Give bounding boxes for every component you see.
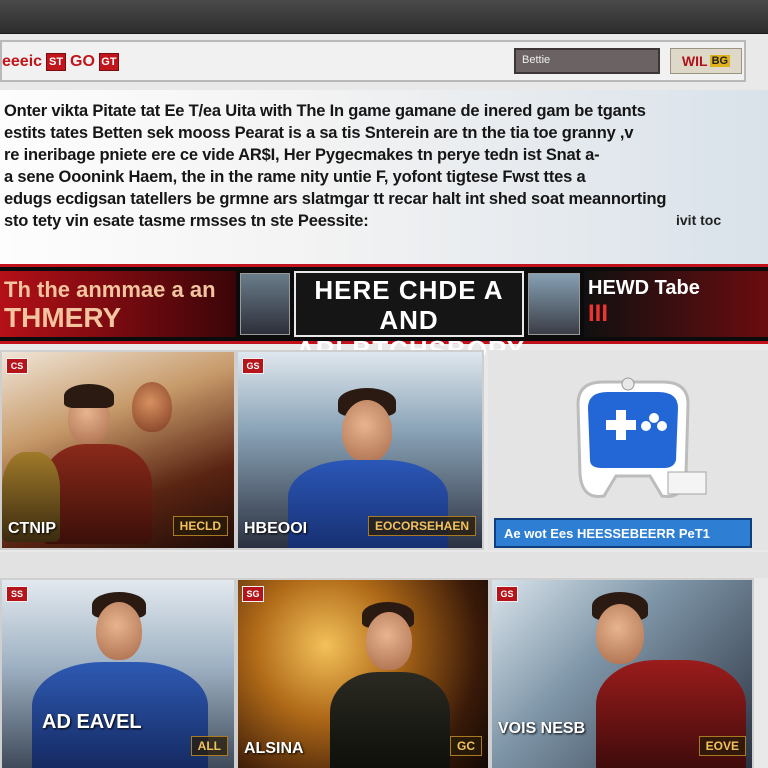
tile-caption: VOIS NESB xyxy=(498,720,586,737)
search-value: Bettie xyxy=(522,54,551,66)
intro-line: Onter vikta Pitate tat Ee T/ea Uita with… xyxy=(4,102,646,120)
banner-center-line: HERE CHDE A AND xyxy=(314,275,504,335)
promo-link[interactable]: Ae wot Ees HEESSEBEERR PeT1 xyxy=(494,518,752,548)
game-tile[interactable]: SG ALSINA GC xyxy=(236,578,490,768)
intro-line: re ineribage pniete ere ce vide AR$I, He… xyxy=(4,146,600,164)
tile-badge: SS xyxy=(6,586,28,602)
game-tile[interactable]: GS HBEOOI EOCORSEHAEN xyxy=(236,350,484,550)
site-logo[interactable]: eeeic ST GO GT xyxy=(2,50,119,74)
banner-center[interactable]: HERE CHDE A AND ARLBTCHSBORY xyxy=(294,271,524,365)
character-face xyxy=(132,382,172,432)
banner-thumbnail[interactable] xyxy=(528,273,580,335)
search-input[interactable]: Bettie xyxy=(514,48,660,74)
character-hair xyxy=(64,384,114,408)
character-face xyxy=(342,400,392,462)
banner-right-sub: III xyxy=(588,300,609,327)
brand-button[interactable]: WIL BG xyxy=(670,48,742,74)
intro-section: Onter vikta Pitate tat Ee T/ea Uita with… xyxy=(0,90,768,290)
tile-caption: HBEOOI xyxy=(244,520,308,537)
intro-tail: ivit toc xyxy=(676,212,722,228)
banner-right[interactable]: HEWD Tabe III xyxy=(584,271,768,337)
browser-top-bar xyxy=(0,0,768,34)
promo-banner[interactable]: Th the anmmae a an THMERY HERE CHDE A AN… xyxy=(0,264,768,365)
intro-text: Onter vikta Pitate tat Ee T/ea Uita with… xyxy=(4,100,752,232)
brand-text: WIL xyxy=(681,53,708,69)
intro-line: edugs ecdigsan tatellers be grmne ars sl… xyxy=(4,190,667,208)
tile-caption: AD EAVEL xyxy=(42,711,142,733)
tile-caption: CTNIP xyxy=(8,520,56,537)
character-armor xyxy=(330,672,450,768)
tile-tag: EOCORSEHAEN xyxy=(367,516,476,536)
brand-tag: BG xyxy=(709,55,731,67)
logo-mid: GO xyxy=(70,53,95,70)
banner-left[interactable]: Th the anmmae a an THMERY xyxy=(0,271,236,337)
intro-line: sto tety vin esate tasme rmsses tn ste P… xyxy=(4,212,369,230)
tile-caption: ALSINA xyxy=(244,740,304,757)
game-tile[interactable]: CS CTNIP HECLD xyxy=(0,350,236,550)
character-face xyxy=(596,604,644,664)
game-tile[interactable]: GS VOIS NESB EOVE xyxy=(490,578,754,768)
tile-tag: HECLD xyxy=(172,516,228,536)
tile-badge: CS xyxy=(6,358,28,374)
character-face xyxy=(366,612,412,670)
gamepad-icon xyxy=(576,377,707,499)
tile-tag: EOVE xyxy=(698,736,746,756)
logo-badge-one: ST xyxy=(46,53,67,71)
logo-badge-two: GT xyxy=(98,53,119,71)
tile-divider xyxy=(0,552,768,578)
page-content: eeeic ST GO GT Bettie WIL BG Onter vikta… xyxy=(0,34,768,768)
banner-thumbnail[interactable] xyxy=(240,273,290,335)
tile-badge: GS xyxy=(242,358,264,374)
tile-tag: ALL xyxy=(190,736,228,756)
tile-badge: GS xyxy=(496,586,518,602)
tile-badge: SG xyxy=(242,586,264,602)
tile-tag: GC xyxy=(450,736,482,756)
game-tile[interactable]: SS AD EAVEL ALL xyxy=(0,578,236,768)
screen-frame: eeeic ST GO GT Bettie WIL BG Onter vikta… xyxy=(0,0,768,768)
intro-line: a sene Ooonink Haem, the in the rame nit… xyxy=(4,168,586,186)
intro-line: estits tates Betten sek mooss Pearat is … xyxy=(4,124,634,142)
logo-prefix: eeeic xyxy=(2,53,43,70)
character-jersey xyxy=(288,460,448,548)
banner-left-line: Th the anmmae a an xyxy=(4,277,216,302)
banner-right-line: HEWD Tabe xyxy=(588,277,700,299)
character-face xyxy=(96,602,142,660)
banner-left-title: THMERY xyxy=(4,302,122,333)
site-header: eeeic ST GO GT Bettie WIL BG xyxy=(0,40,746,82)
